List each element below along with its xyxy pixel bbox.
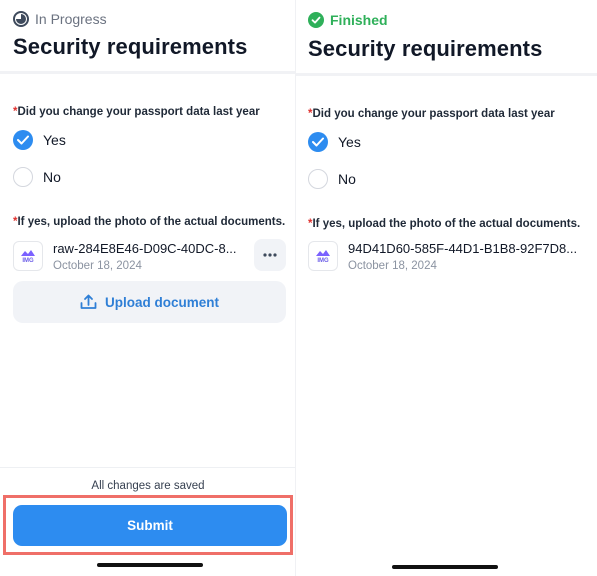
option-no[interactable]: No xyxy=(13,167,61,187)
image-file-icon: IMG xyxy=(13,241,43,271)
header-divider xyxy=(296,73,597,76)
option-no: No xyxy=(308,169,356,189)
option-label: Yes xyxy=(43,132,66,148)
in-progress-screen: In Progress Security requirements *Did y… xyxy=(0,0,296,576)
option-label: No xyxy=(43,169,61,185)
option-label: Yes xyxy=(338,134,361,150)
question-upload-photo: *If yes, upload the photo of the actual … xyxy=(13,216,286,228)
upload-icon xyxy=(80,294,97,309)
file-date: October 18, 2024 xyxy=(348,260,437,272)
more-dots-icon xyxy=(263,253,277,257)
file-name: raw-284E8E46-D09C-40DC-8... xyxy=(53,241,237,256)
radio-unchecked-icon xyxy=(308,169,328,189)
file-name: 94D41D60-585F-44D1-B1B8-92F7D8... xyxy=(348,241,578,256)
question-passport-change: *Did you change your passport data last … xyxy=(13,106,260,118)
file-date: October 18, 2024 xyxy=(53,260,142,272)
save-status-text: All changes are saved xyxy=(91,480,205,492)
upload-document-button[interactable]: Upload document xyxy=(13,281,286,323)
status-label: Finished xyxy=(330,12,388,28)
file-more-options-button[interactable] xyxy=(254,239,286,271)
option-label: No xyxy=(338,171,356,187)
option-yes[interactable]: Yes xyxy=(13,130,66,150)
radio-checked-icon[interactable] xyxy=(13,130,33,150)
footer-divider xyxy=(0,467,296,468)
home-indicator[interactable] xyxy=(392,565,498,569)
status-label: In Progress xyxy=(35,11,107,27)
uploaded-file[interactable]: IMG raw-284E8E46-D09C-40DC-8... October … xyxy=(13,241,249,272)
question-upload-photo: *If yes, upload the photo of the actual … xyxy=(308,218,581,230)
question-passport-change: *Did you change your passport data last … xyxy=(308,108,555,120)
radio-unchecked-icon[interactable] xyxy=(13,167,33,187)
option-yes: Yes xyxy=(308,132,361,152)
check-circle-icon xyxy=(308,12,324,28)
header-divider xyxy=(0,71,296,74)
page-title: Security requirements xyxy=(308,36,543,61)
in-progress-icon xyxy=(13,11,29,27)
page-title: Security requirements xyxy=(13,34,248,59)
status-in-progress: In Progress xyxy=(13,11,107,27)
image-file-icon: IMG xyxy=(308,241,338,271)
uploaded-file[interactable]: IMG 94D41D60-585F-44D1-B1B8-92F7D8... Oc… xyxy=(308,241,591,272)
home-indicator[interactable] xyxy=(97,563,203,567)
submit-button[interactable]: Submit xyxy=(13,505,287,546)
radio-checked-icon xyxy=(308,132,328,152)
finished-screen: Finished Security requirements *Did you … xyxy=(296,0,597,576)
status-finished: Finished xyxy=(308,12,388,28)
